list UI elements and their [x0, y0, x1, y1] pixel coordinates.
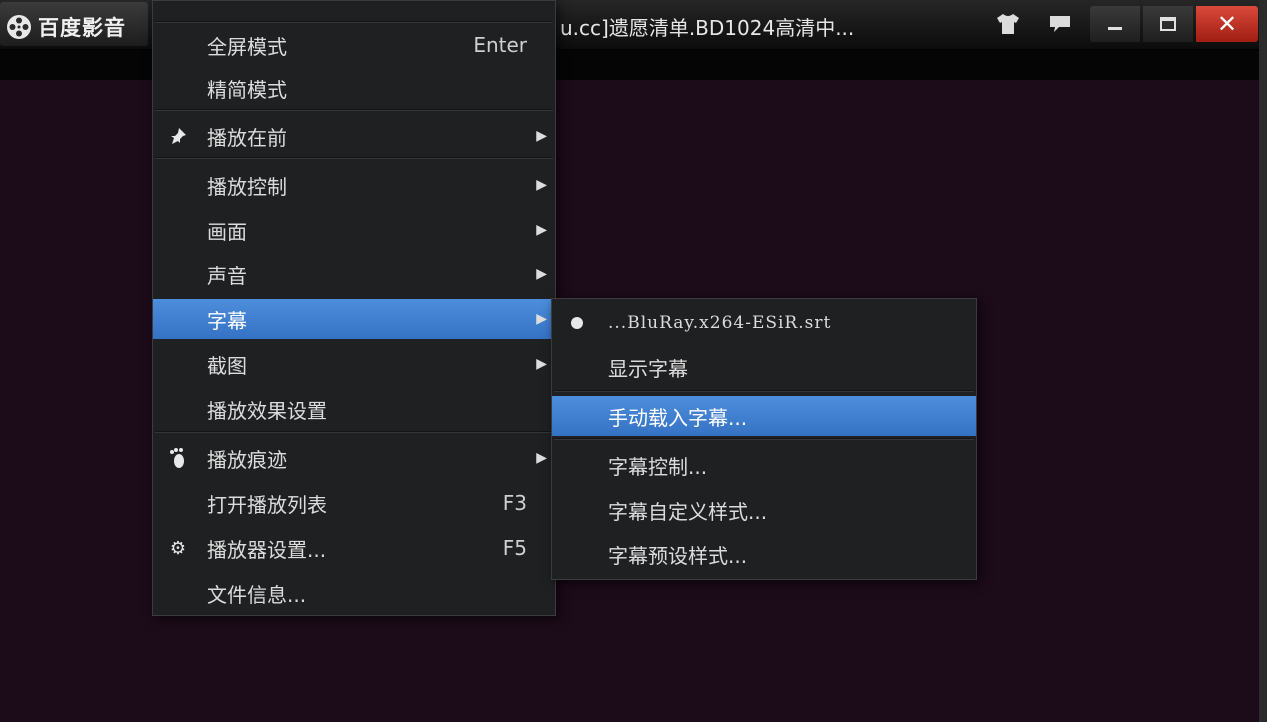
minimize-icon: [1108, 27, 1122, 30]
submenu-arrow-icon: ▶: [536, 128, 547, 144]
menu-item-playback-control[interactable]: 播放控制 ▶: [153, 165, 555, 205]
menu-separator: [155, 21, 553, 23]
message-button[interactable]: [1042, 6, 1078, 42]
menu-item-label: 播放器设置...: [207, 537, 327, 562]
menu-item-playback-effects[interactable]: 播放效果设置: [153, 389, 555, 429]
menu-item-label: 字幕自定义样式...: [608, 499, 768, 524]
menu-item-label: 声音: [207, 263, 247, 288]
submenu-arrow-icon: ▶: [536, 311, 547, 327]
menu-separator: [155, 157, 553, 159]
submenu-item-custom-style[interactable]: 字幕自定义样式...: [552, 490, 976, 530]
menu-separator: [155, 431, 553, 433]
menu-item-label: 显示字幕: [608, 356, 688, 381]
gear-icon: ⚙: [169, 537, 187, 559]
menu-item-player-settings[interactable]: ⚙ 播放器设置... F5: [153, 528, 555, 568]
context-menu: 全屏模式 Enter 精简模式 播放在前 ▶ 播放控制 ▶ 画面 ▶ 声音 ▶ …: [152, 0, 556, 616]
submenu-arrow-icon: ▶: [536, 450, 547, 466]
window-title: u.cc]遗愿清单.BD1024高清中...: [560, 16, 855, 40]
menu-item-shortcut: F3: [502, 491, 527, 515]
menu-item-label: 播放控制: [207, 174, 287, 199]
close-button[interactable]: ✕: [1196, 6, 1258, 42]
menu-item-picture[interactable]: 画面 ▶: [153, 210, 555, 250]
menu-item-label: ...BluRay.x264-ESiR.srt: [608, 313, 832, 333]
menu-item-label: 字幕: [207, 308, 247, 333]
minimize-button[interactable]: [1090, 6, 1140, 42]
menu-item-label: 字幕控制...: [608, 454, 708, 479]
menu-item-label: 手动载入字幕...: [608, 405, 748, 430]
submenu-item-show-subtitles[interactable]: 显示字幕: [552, 347, 976, 387]
menu-item-label: 精简模式: [207, 77, 287, 102]
menu-item-open-playlist[interactable]: 打开播放列表 F3: [153, 483, 555, 523]
maximize-button[interactable]: [1143, 6, 1193, 42]
radio-selected-icon: [566, 312, 588, 334]
menu-item-label: 字幕预设样式...: [608, 543, 748, 568]
submenu-item-preset-style[interactable]: 字幕预设样式...: [552, 534, 976, 574]
menu-item-label: 画面: [207, 219, 247, 244]
close-icon: ✕: [1216, 10, 1238, 38]
footprint-icon: [167, 447, 189, 469]
app-menu-button[interactable]: 百度影音: [0, 2, 148, 46]
menu-item-label: 播放痕迹: [207, 447, 287, 472]
menu-item-screenshot[interactable]: 截图 ▶: [153, 344, 555, 384]
menu-separator: [155, 109, 553, 111]
menu-item-label: 全屏模式: [207, 34, 287, 59]
maximize-icon: [1160, 17, 1176, 31]
menu-item-compact-mode[interactable]: 精简模式: [153, 68, 555, 108]
menu-item-audio[interactable]: 声音 ▶: [153, 254, 555, 294]
menu-item-label: 截图: [207, 353, 247, 378]
submenu-item-subtitle-file[interactable]: ...BluRay.x264-ESiR.srt: [552, 303, 976, 343]
menu-item-fullscreen[interactable]: 全屏模式 Enter: [153, 25, 555, 65]
menu-separator: [554, 390, 974, 392]
submenu-arrow-icon: ▶: [536, 356, 547, 372]
submenu-arrow-icon: ▶: [536, 177, 547, 193]
app-name: 百度影音: [38, 16, 126, 40]
menu-item-label: 播放在前: [207, 125, 287, 150]
tshirt-icon: [997, 14, 1019, 34]
menu-item-label: 播放效果设置: [207, 398, 327, 423]
menu-item-always-on-top[interactable]: 播放在前 ▶: [153, 116, 555, 156]
submenu-item-subtitle-control[interactable]: 字幕控制...: [552, 445, 976, 485]
pin-icon: [167, 125, 189, 147]
film-reel-icon: [7, 15, 31, 39]
menu-item-shortcut: F5: [502, 536, 527, 560]
menu-item-label: 打开播放列表: [207, 492, 327, 517]
subtitle-submenu: ...BluRay.x264-ESiR.srt 显示字幕 手动载入字幕... 字…: [551, 298, 977, 580]
menu-item-shortcut: Enter: [473, 33, 527, 57]
menu-item-file-info[interactable]: 文件信息...: [153, 573, 555, 613]
submenu-arrow-icon: ▶: [536, 266, 547, 282]
submenu-item-load-subtitle[interactable]: 手动载入字幕...: [552, 396, 976, 436]
menu-separator: [554, 438, 974, 440]
skin-button[interactable]: [990, 6, 1026, 42]
menu-item-playback-history[interactable]: 播放痕迹 ▶: [153, 438, 555, 478]
submenu-arrow-icon: ▶: [536, 222, 547, 238]
menu-item-subtitles[interactable]: 字幕 ▶: [153, 299, 555, 339]
menu-item-label: 文件信息...: [207, 582, 307, 607]
chat-bubble-icon: [1050, 16, 1070, 32]
